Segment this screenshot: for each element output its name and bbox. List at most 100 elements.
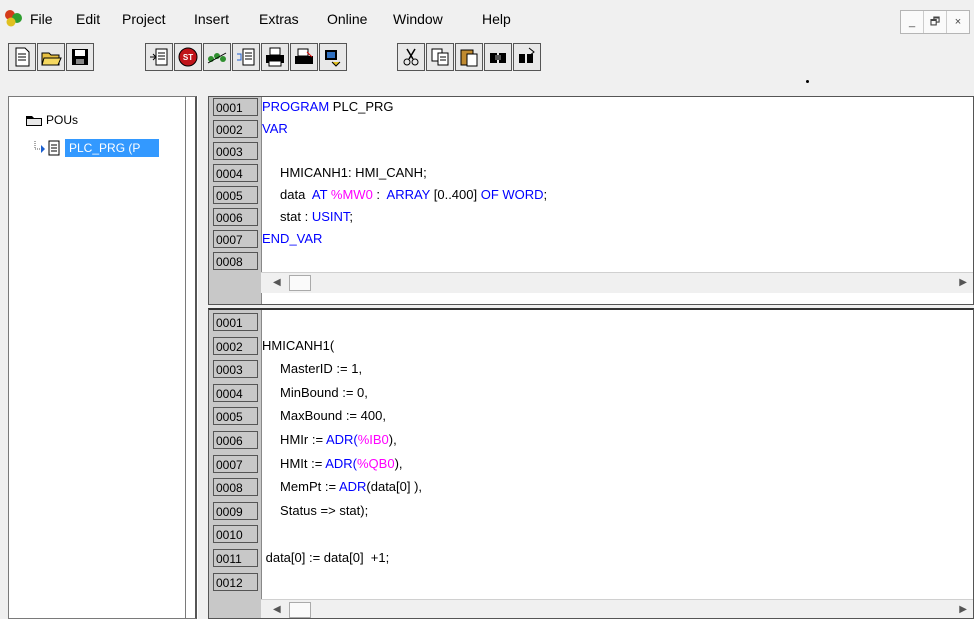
restore-button[interactable]: 🗗 [924,11,947,33]
code-text: data[0] := data[0] +1; [262,550,390,565]
menu-online[interactable]: Online [327,11,367,27]
app-icon [5,10,22,27]
line-number: 0007 [213,454,258,473]
paste-icon [460,49,478,67]
build-button[interactable] [145,43,173,71]
menu-window[interactable]: Window [393,11,443,27]
code-line[interactable]: 0003 [209,141,969,161]
code-line[interactable]: 0006 stat : USINT; [209,207,969,227]
code-token: VAR [262,121,288,136]
replace-icon [519,47,535,63]
code-line[interactable]: 0002 HMICANH1( [209,336,969,356]
code-line[interactable]: 0008 [209,251,969,271]
compare-button[interactable] [319,43,347,71]
minimize-button[interactable]: _ [901,11,924,33]
line-number: 0010 [213,525,258,544]
paste-button[interactable] [455,43,483,71]
line-number: 0009 [213,501,258,520]
code-text: HMIr := ADR(%IB0), [262,432,397,447]
menu-project[interactable]: Project [122,11,166,27]
code-text: PROGRAM PLC_PRG [262,99,394,114]
code-body-editor[interactable]: 0001 0002 HMICANH1( 0003 MasterID := 1, 0004… [208,308,974,619]
cut-button[interactable] [397,43,425,71]
code-line[interactable]: 0002 VAR [209,119,969,139]
line-number: 0007 [213,230,258,248]
code-token: HMIr := [262,432,326,447]
code-token: HMICANH1( [262,337,335,353]
code-line[interactable]: 0007 HMIt := ADR(%QB0), [209,454,969,474]
toolbar: ST [0,34,974,86]
scroll-thumb[interactable] [289,602,311,618]
code-line[interactable]: 0004 HMICANH1: HMI_CANH; [209,163,969,183]
menu-help[interactable]: Help [482,11,511,27]
menu-insert[interactable]: Insert [194,11,229,27]
code-token: data[0] := data[0] +1; [262,550,390,565]
stop-icon: ST [178,47,198,67]
scroll-thumb[interactable] [289,275,311,291]
menu-bar: File Edit Project Insert Extras Online W… [0,0,974,34]
save-button[interactable] [66,43,94,71]
code-token: : [372,187,387,202]
scroll-left-icon[interactable]: ◀ [273,277,281,288]
code-line[interactable]: 0012 [209,572,969,592]
compare-icon [325,50,341,67]
horizontal-scrollbar[interactable]: ◀ ▶ [261,599,973,618]
line-number: 0003 [213,360,258,379]
code-line[interactable]: 0001 PROGRAM PLC_PRG [209,97,969,117]
find-button[interactable] [484,43,512,71]
code-line[interactable]: 0009 Status => stat); [209,501,969,521]
menu-file[interactable]: File [30,11,53,27]
code-line[interactable]: 0005 data AT %MW0 : ARRAY [0..400] OF WO… [209,185,969,205]
tree-connector-arrow-icon [34,141,45,153]
scroll-left-icon[interactable]: ◀ [273,604,281,615]
code-token: END_VAR [262,231,323,246]
replace-button[interactable] [513,43,541,71]
code-line[interactable]: 0010 [209,524,969,544]
code-line[interactable]: 0011 data[0] := data[0] +1; [209,548,969,568]
code-token: %MW0 [330,187,373,202]
code-line[interactable]: 0006 HMIr := ADR(%IB0), [209,430,969,450]
code-text: MinBound := 0, [262,385,368,400]
scroll-right-icon[interactable]: ▶ [959,277,967,288]
copy-icon [431,48,449,66]
export-button[interactable] [290,43,318,71]
stop-button[interactable]: ST [174,43,202,71]
code-line[interactable]: 0005 MaxBound := 400, [209,406,969,426]
print-button[interactable] [261,43,289,71]
code-token: ; [543,187,548,202]
new-icon [15,47,30,67]
code-line[interactable]: 0004 MinBound := 0, [209,383,969,403]
pou-tree-pane: POUs PLC_PRG (P [8,96,197,619]
line-number: 0002 [213,120,258,138]
login-button[interactable] [203,43,231,71]
code-line[interactable]: 0008 MemPt := ADR(data[0] ), [209,477,969,497]
declaration-editor[interactable]: 0001 PROGRAM PLC_PRG 0002 VAR 0003 0004 HMICA… [208,96,974,305]
tree-root-label: POUs [46,113,79,127]
code-token: MemPt := [262,479,339,495]
close-button[interactable]: × [947,11,969,33]
code-text: MaxBound := 400, [262,408,386,423]
code-text: END_VAR [262,231,322,246]
find-icon [490,53,506,63]
new-button[interactable] [8,43,36,71]
print-icon [266,47,284,67]
horizontal-scrollbar[interactable]: ◀ ▶ [261,272,973,293]
code-token: ), [388,432,397,447]
scroll-right-icon[interactable]: ▶ [959,604,967,615]
cut-icon [403,48,419,66]
code-token: Status => stat); [262,502,369,518]
code-line[interactable]: 0003 MasterID := 1, [209,359,969,379]
open-button[interactable] [37,43,65,71]
menu-extras[interactable]: Extras [259,11,299,27]
code-line[interactable]: 0007 END_VAR [209,229,969,249]
tree-item-plc-prg[interactable]: PLC_PRG (P [33,139,159,157]
copy-button[interactable] [426,43,454,71]
line-number: 0004 [213,383,258,402]
code-token: ADR( [325,455,357,471]
insert-button[interactable] [232,43,260,71]
code-token: ARRAY [386,187,431,202]
code-line[interactable]: 0001 [209,312,969,332]
tree-root-pous[interactable]: POUs [25,113,78,127]
menu-edit[interactable]: Edit [76,11,100,27]
open-icon [41,52,62,66]
